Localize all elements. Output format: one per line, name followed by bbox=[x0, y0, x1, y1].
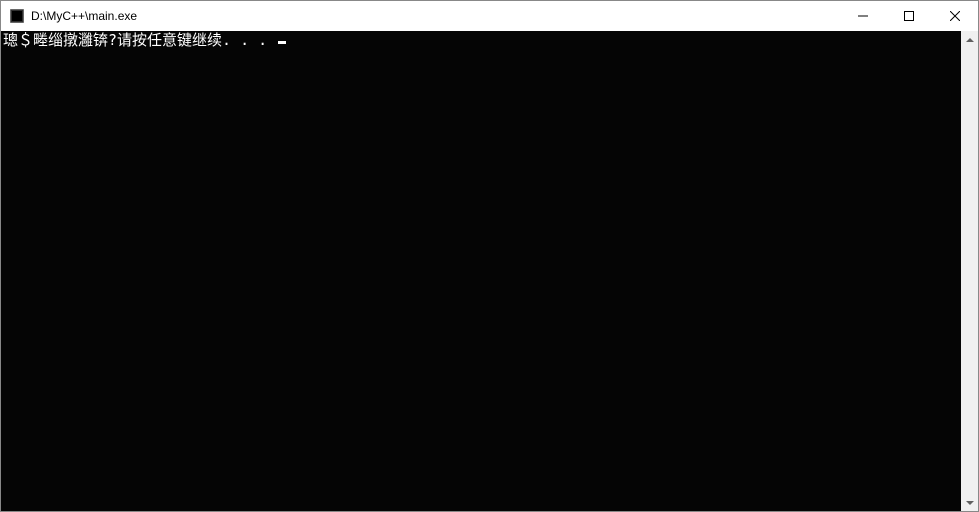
application-window: D:\MyC++\main.exe 璁＄畻缁撴灉锛?请按任意键继续 bbox=[0, 0, 979, 512]
console-output[interactable]: 璁＄畻缁撴灉锛?请按任意键继续. . . bbox=[1, 31, 961, 511]
app-icon bbox=[9, 8, 25, 24]
scroll-track[interactable] bbox=[961, 48, 978, 494]
maximize-button[interactable] bbox=[886, 1, 932, 31]
minimize-icon bbox=[858, 11, 868, 21]
close-button[interactable] bbox=[932, 1, 978, 31]
console-line: 璁＄畻缁撴灉锛?请按任意键继续. . . bbox=[3, 31, 959, 49]
chevron-up-icon bbox=[966, 36, 974, 44]
window-title: D:\MyC++\main.exe bbox=[31, 9, 840, 23]
close-icon bbox=[950, 11, 960, 21]
scroll-up-button[interactable] bbox=[961, 31, 978, 48]
text-cursor bbox=[278, 41, 286, 44]
chevron-down-icon bbox=[966, 499, 974, 507]
titlebar[interactable]: D:\MyC++\main.exe bbox=[1, 1, 978, 31]
window-controls bbox=[840, 1, 978, 31]
client-area: 璁＄畻缁撴灉锛?请按任意键继续. . . bbox=[1, 31, 978, 511]
minimize-button[interactable] bbox=[840, 1, 886, 31]
console-text: 璁＄畻缁撴灉锛?请按任意键继续. . . bbox=[3, 31, 276, 49]
vertical-scrollbar[interactable] bbox=[961, 31, 978, 511]
maximize-icon bbox=[904, 11, 914, 21]
scroll-down-button[interactable] bbox=[961, 494, 978, 511]
